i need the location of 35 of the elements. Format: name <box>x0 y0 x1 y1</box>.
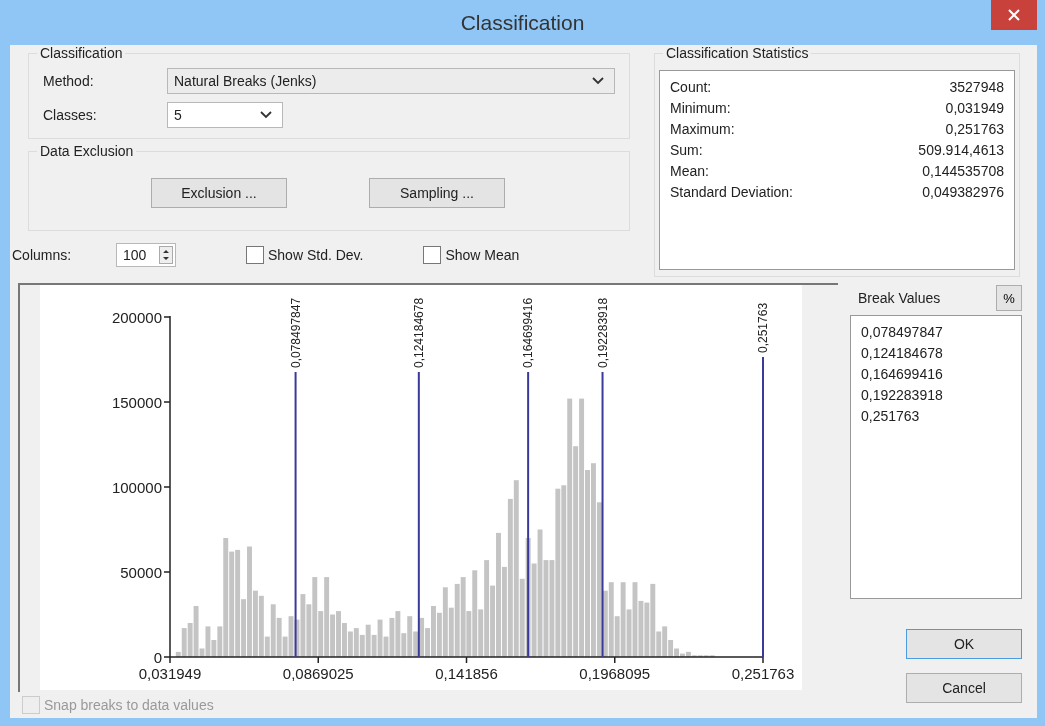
y-tick-label: 0 <box>153 649 162 666</box>
method-label: Method: <box>42 73 95 89</box>
x-tick-label: 0,251763 <box>731 665 795 682</box>
y-tick-label: 100000 <box>111 479 162 496</box>
stat-value: 3527948 <box>949 78 1004 97</box>
stat-label: Maximum: <box>670 120 735 139</box>
break-values-label: Break Values <box>858 290 941 306</box>
stat-value: 0,049382976 <box>922 183 1004 202</box>
stat-label: Count: <box>670 78 712 97</box>
break-value-label: 0,192283918 <box>595 297 610 368</box>
x-tick-label: 0,0869025 <box>282 665 354 682</box>
stat-value: 0,251763 <box>945 120 1004 139</box>
window-title: Classification <box>460 10 585 35</box>
stat-value: 509.914,4613 <box>918 141 1004 160</box>
break-value-label: 0,124184678 <box>411 297 426 368</box>
break-value-label: 0,078497847 <box>288 297 303 368</box>
y-tick-label: 200000 <box>111 309 162 326</box>
columns-label: Columns: <box>12 247 73 263</box>
stat-label: Sum: <box>670 141 703 160</box>
break-value-label: 0,251763 <box>756 302 770 353</box>
y-tick-label: 150000 <box>111 394 162 411</box>
stat-label: Minimum: <box>670 99 731 118</box>
stat-value: 0,144535708 <box>922 162 1004 181</box>
group-title: Classification Statistics <box>663 45 812 61</box>
stat-label: Mean: <box>670 162 709 181</box>
x-tick-label: 0,031949 <box>138 665 202 682</box>
stat-value: 0,031949 <box>945 99 1004 118</box>
break-value-label: 0,164699416 <box>521 297 536 368</box>
classes-label: Classes: <box>42 107 98 123</box>
y-tick-label: 50000 <box>120 564 162 581</box>
stat-label: Standard Deviation: <box>670 183 793 202</box>
group-title: Data Exclusion <box>37 143 137 159</box>
x-tick-label: 0,141856 <box>435 665 498 682</box>
group-title: Classification <box>37 45 126 61</box>
x-tick-label: 0,1968095 <box>579 665 651 682</box>
